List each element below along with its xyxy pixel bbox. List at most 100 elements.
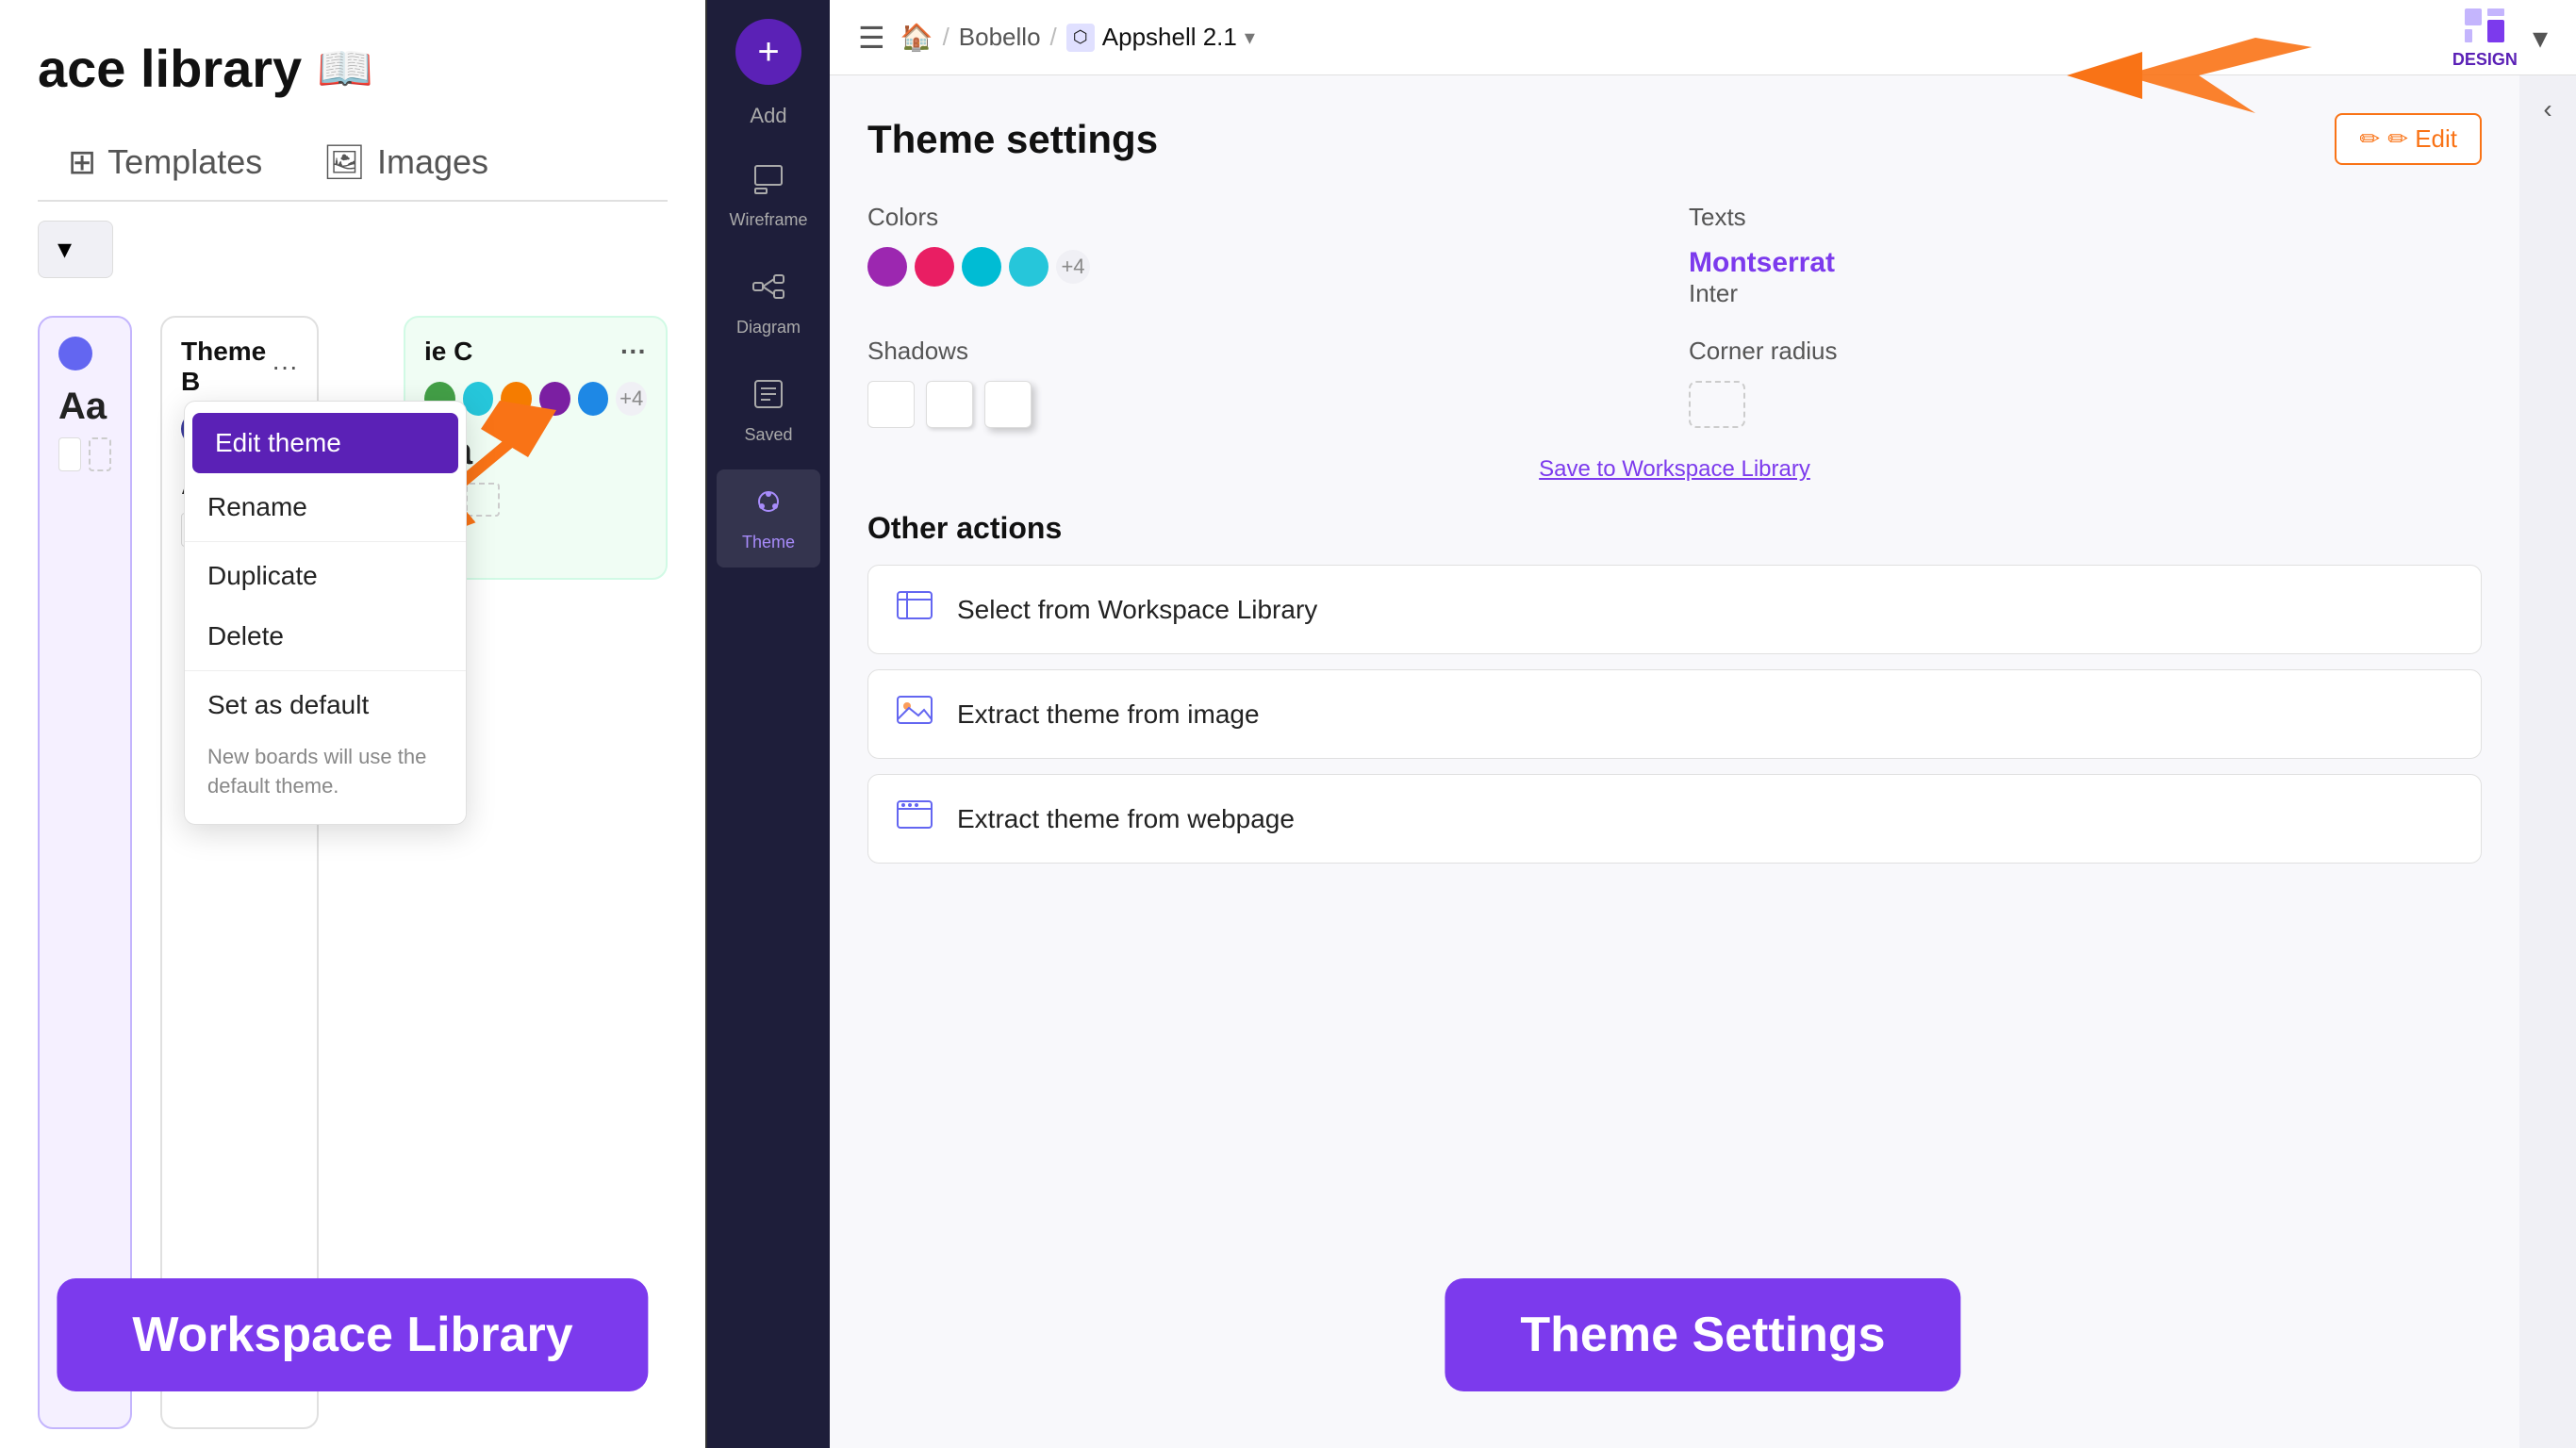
theme-label: Theme xyxy=(742,533,795,552)
add-button[interactable]: + xyxy=(735,19,801,85)
colors-texts-grid: Colors +4 Texts Montserrat Inter xyxy=(867,203,2482,308)
extract-webpage-label: Extract theme from webpage xyxy=(957,804,1295,834)
vertical-toolbar: + Add Wireframe Diagram xyxy=(707,0,830,1448)
project-name: Appshell 2.1 xyxy=(1102,23,1237,52)
theme-c-menu-dots[interactable]: ··· xyxy=(620,337,647,367)
hamburger-icon[interactable]: ☰ xyxy=(858,20,885,56)
color-circle xyxy=(58,337,92,370)
design-button[interactable]: DESIGN xyxy=(2452,5,2518,70)
theme-c-title: ie C xyxy=(424,337,472,367)
top-bar-right: DESIGN ▾ xyxy=(2452,5,2548,70)
right-arrow-annotation xyxy=(2067,19,2312,137)
design-label: DESIGN xyxy=(2452,50,2518,70)
theme-card-a[interactable]: Aa xyxy=(38,316,132,1429)
theme-settings-badge: Theme Settings xyxy=(1445,1278,1960,1391)
shadow-opt-3[interactable] xyxy=(984,381,1032,428)
design-icon xyxy=(2461,5,2508,46)
context-set-default[interactable]: Set as default xyxy=(185,675,466,735)
right-panel: ☰ 🏠 / Bobello / ⬡ Appshell 2.1 ▾ DESIGN xyxy=(830,0,2576,1448)
settings-title: Theme settings xyxy=(867,117,1158,162)
shadows-section: Shadows xyxy=(867,337,1660,428)
shadow-box-dashed xyxy=(89,437,111,471)
shadow-opt-2[interactable] xyxy=(926,381,973,428)
workspace-library-title: ace library 📖 xyxy=(38,38,668,99)
context-divider-1 xyxy=(185,541,466,542)
color-dot-1 xyxy=(867,247,907,287)
saved-label: Saved xyxy=(744,425,792,445)
context-delete[interactable]: Delete xyxy=(185,606,466,666)
duplicate-label: Duplicate xyxy=(207,561,318,590)
breadcrumb-sep-2: / xyxy=(1050,23,1057,52)
settings-content: Theme settings ✏ ✏ Edit Colors +4 xyxy=(830,75,2519,1448)
context-menu: Edit theme Rename Duplicate Delete Set a… xyxy=(184,401,467,825)
corner-section: Corner radius xyxy=(1689,337,2482,428)
font-secondary: Inter xyxy=(1689,279,2482,308)
theme-b-title: Theme B xyxy=(181,337,272,397)
corner-opt-1[interactable] xyxy=(1689,381,1745,428)
filter-dropdown[interactable]: ▾ xyxy=(38,221,113,278)
delete-label: Delete xyxy=(207,621,284,650)
toolbar-saved[interactable]: Saved xyxy=(717,362,820,460)
shadows-label: Shadows xyxy=(867,337,1660,366)
font-preview: Aa xyxy=(58,386,111,428)
book-icon: 📖 xyxy=(317,41,373,95)
action-extract-webpage[interactable]: Extract theme from webpage xyxy=(867,774,2482,864)
select-library-label: Select from Workspace Library xyxy=(957,595,1317,625)
theme-b-menu-dots[interactable]: ··· xyxy=(272,352,298,382)
workspace-library-icon xyxy=(891,584,938,634)
home-icon[interactable]: 🏠 xyxy=(900,22,933,53)
toolbar-theme[interactable]: Theme xyxy=(717,469,820,568)
save-to-library[interactable]: Save to Workspace Library xyxy=(867,456,2482,483)
wireframe-label: Wireframe xyxy=(729,210,807,230)
context-duplicate[interactable]: Duplicate xyxy=(185,546,466,606)
color-dot-3 xyxy=(962,247,1001,287)
tab-images[interactable]: 🖼 Images xyxy=(292,127,519,200)
shadow-box xyxy=(58,437,81,471)
left-tabs: ⊞ Templates 🖼 Images xyxy=(38,127,668,202)
toolbar-diagram[interactable]: Diagram xyxy=(717,255,820,353)
collapse-panel-button[interactable]: ‹ xyxy=(2543,94,2551,124)
action-extract-image[interactable]: Extract theme from image xyxy=(867,669,2482,759)
extract-image-label: Extract theme from image xyxy=(957,699,1260,730)
webpage-extract-icon xyxy=(891,794,938,844)
shadow-opt-1[interactable] xyxy=(867,381,915,428)
breadcrumb-project: ⬡ Appshell 2.1 ▾ xyxy=(1066,23,1255,52)
color-dot-2 xyxy=(915,247,954,287)
corner-label: Corner radius xyxy=(1689,337,2482,366)
chevron-down-icon: ▾ xyxy=(58,233,72,266)
app-icon: ⬡ xyxy=(1066,24,1095,52)
breadcrumb-workspace[interactable]: Bobello xyxy=(959,23,1041,52)
themes-area: Aa Theme B ··· Aa xyxy=(0,297,705,1448)
toolbar-wireframe[interactable]: Wireframe xyxy=(717,147,820,245)
theme-card-b-header: Theme B ··· xyxy=(181,337,298,397)
texts-label: Texts xyxy=(1689,203,2482,232)
image-extract-icon xyxy=(891,689,938,739)
edit-theme-label: Edit theme xyxy=(215,428,341,457)
font-primary: Montserrat xyxy=(1689,247,2482,279)
other-actions-title: Other actions xyxy=(867,511,2482,546)
chevron-down-icon[interactable]: ▾ xyxy=(1245,25,1255,50)
tab-templates[interactable]: ⊞ Templates xyxy=(38,127,292,200)
context-rename[interactable]: Rename xyxy=(185,477,466,537)
add-label: Add xyxy=(750,104,786,128)
workspace-library-badge: Workspace Library xyxy=(57,1278,648,1391)
context-note: New boards will use thedefault theme. xyxy=(185,735,466,816)
edit-button[interactable]: ✏ ✏ Edit xyxy=(2335,113,2482,165)
wireframe-icon xyxy=(751,162,785,205)
rename-label: Rename xyxy=(207,492,307,521)
templates-label: Templates xyxy=(107,142,262,182)
texts-section: Texts Montserrat Inter xyxy=(1689,203,2482,308)
diagram-label: Diagram xyxy=(736,318,801,337)
colors-label: Colors xyxy=(867,203,1660,232)
corner-options xyxy=(1689,381,2482,428)
shadow-options xyxy=(867,381,1660,428)
images-label: Images xyxy=(377,142,488,182)
action-select-library[interactable]: Select from Workspace Library xyxy=(867,565,2482,654)
context-edit-theme[interactable]: Edit theme xyxy=(192,413,458,473)
expand-icon[interactable]: ▾ xyxy=(2533,20,2548,56)
title-text: ace library xyxy=(38,38,302,99)
color-c5 xyxy=(578,382,609,416)
color-dot-4 xyxy=(1009,247,1049,287)
set-default-label: Set as default xyxy=(207,690,369,719)
templates-icon: ⊞ xyxy=(68,142,96,182)
